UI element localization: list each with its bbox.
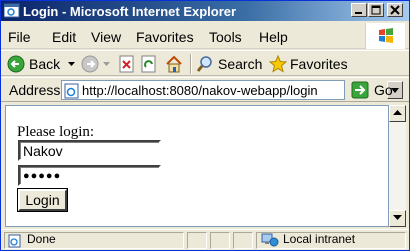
minimize-icon: [355, 12, 362, 14]
back-button[interactable]: Back: [7, 54, 76, 74]
scroll-down-button[interactable]: [389, 210, 406, 227]
login-button[interactable]: Login: [17, 188, 68, 212]
close-icon: [390, 5, 400, 15]
ie-app-icon: [4, 3, 20, 18]
maximize-button[interactable]: [368, 3, 384, 17]
menu-file[interactable]: File: [8, 29, 31, 45]
arrow-down-icon: [393, 215, 402, 220]
address-url: http://localhost:8080/nakov-webapp/login: [82, 83, 318, 98]
status-panel: [187, 232, 207, 249]
menu-favorites[interactable]: Favorites: [136, 29, 194, 45]
forward-button[interactable]: [81, 54, 110, 74]
vertical-scrollbar[interactable]: [389, 105, 406, 227]
back-label: Back: [29, 56, 61, 72]
windows-flag-icon: [379, 28, 393, 43]
username-value: Nakov: [23, 143, 63, 159]
status-text: Done: [27, 232, 56, 246]
arrow-up-icon: [393, 110, 402, 115]
search-button[interactable]: Search: [196, 54, 262, 74]
minimize-button[interactable]: [351, 3, 367, 17]
refresh-button[interactable]: [141, 54, 157, 74]
address-label: Address: [9, 82, 61, 98]
page-content: Please login: Nakov ●●●●● Login: [5, 105, 389, 227]
stop-button[interactable]: [119, 54, 135, 74]
scroll-up-button[interactable]: [389, 105, 406, 122]
status-panel: [233, 232, 253, 249]
maximize-icon: [371, 5, 381, 15]
address-bar: Address http://localhost:8080/nakov-weba…: [1, 77, 409, 102]
favorites-button[interactable]: Favorites: [269, 54, 348, 74]
favorites-label: Favorites: [290, 56, 348, 72]
username-input[interactable]: Nakov: [18, 140, 161, 161]
address-input[interactable]: http://localhost:8080/nakov-webapp/login: [61, 80, 403, 100]
status-bar: Done Local intranet: [1, 229, 409, 250]
forward-arrow-icon: [81, 55, 99, 73]
local-intranet-icon: [261, 233, 279, 247]
search-label: Search: [218, 56, 263, 72]
status-panel: [210, 232, 230, 249]
go-arrow-icon: [351, 81, 369, 99]
close-button[interactable]: [387, 3, 403, 17]
back-dropdown-icon[interactable]: [68, 62, 76, 66]
refresh-icon: [141, 55, 156, 73]
standard-toolbar: Back Search Favorites: [1, 50, 409, 76]
go-label: Go: [374, 82, 393, 98]
done-page-icon: [8, 234, 21, 248]
go-button[interactable]: Go: [351, 80, 393, 100]
status-zone: Local intranet: [283, 232, 356, 246]
star-icon: [269, 55, 287, 73]
stop-icon: [119, 55, 134, 73]
browser-window: Login - Microsoft Internet Explorer File…: [0, 0, 410, 251]
password-value: ●●●●●: [23, 170, 62, 182]
home-icon: [166, 55, 182, 73]
windows-logo: [365, 23, 405, 49]
menu-edit[interactable]: Edit: [52, 29, 76, 45]
forward-dropdown-icon[interactable]: [103, 62, 110, 66]
page-icon: [64, 83, 79, 99]
login-prompt: Please login:: [17, 124, 95, 140]
menu-help[interactable]: Help: [259, 29, 288, 45]
password-input[interactable]: ●●●●●: [18, 165, 161, 186]
title-bar[interactable]: Login - Microsoft Internet Explorer: [1, 1, 409, 21]
menu-view[interactable]: View: [91, 29, 121, 45]
menu-bar: File Edit View Favorites Tools Help: [1, 22, 409, 49]
search-icon: [196, 56, 212, 72]
toolbar-separator: [190, 54, 192, 74]
menu-tools[interactable]: Tools: [209, 29, 242, 45]
home-button[interactable]: [165, 54, 183, 74]
window-title: Login - Microsoft Internet Explorer: [23, 4, 237, 19]
back-arrow-icon: [7, 55, 25, 73]
